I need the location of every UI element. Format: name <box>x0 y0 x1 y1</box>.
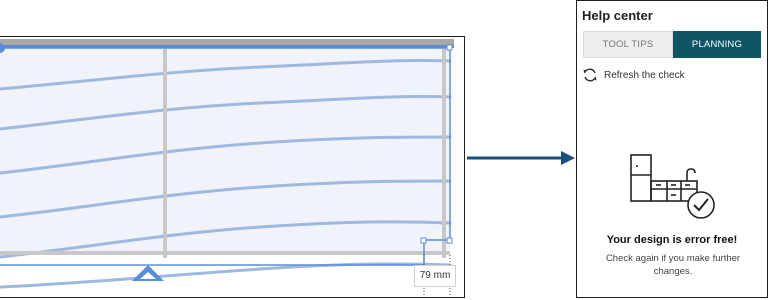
status-title: Your design is error free! <box>606 234 738 246</box>
kitchen-check-icon <box>630 154 715 219</box>
plinth-line <box>0 251 450 255</box>
help-tabs: TOOL TIPS PLANNING <box>583 31 761 58</box>
cabinet-divider <box>163 48 167 258</box>
status-subtitle: Check again if you make further changes. <box>605 253 741 277</box>
collapse-arrow-icon[interactable] <box>131 262 165 284</box>
help-center-panel: Help center TOOL TIPS PLANNING Refresh t… <box>576 0 768 298</box>
tab-tool-tips[interactable]: TOOL TIPS <box>583 31 673 58</box>
refresh-label: Refresh the check <box>604 69 685 81</box>
canvas-drawing <box>0 39 454 297</box>
pointer-arrow-icon <box>467 151 575 165</box>
refresh-check-button[interactable]: Refresh the check <box>582 67 685 83</box>
refresh-icon <box>583 68 597 82</box>
dimension-label[interactable]: 79 mm <box>414 265 456 287</box>
help-center-title: Help center <box>582 8 653 23</box>
tab-planning[interactable]: PLANNING <box>673 31 761 58</box>
design-canvas[interactable]: 79 mm <box>0 36 465 298</box>
cabinet-divider <box>442 48 446 258</box>
